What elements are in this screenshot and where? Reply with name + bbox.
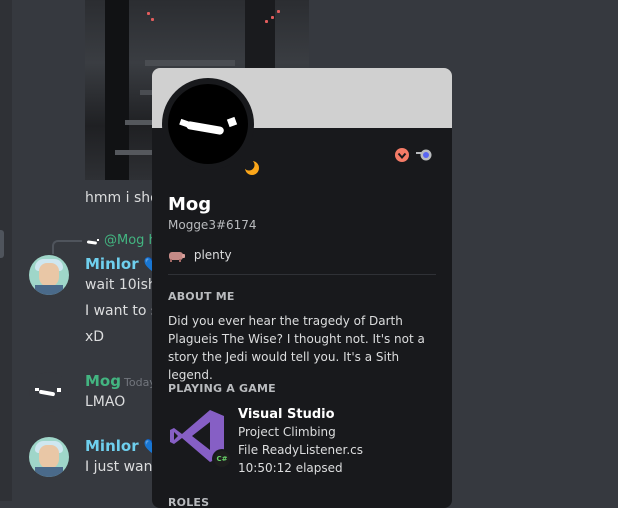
idle-moon-icon (244, 160, 259, 175)
game-details: Project Climbing (238, 425, 336, 439)
pig-emoji-icon (169, 251, 185, 262)
message-text: wait 10ish (85, 277, 157, 293)
reply-mention[interactable]: @Mog h (104, 233, 157, 248)
profile-avatar[interactable] (168, 84, 248, 164)
minlor-avatar[interactable] (29, 255, 69, 295)
custom-status-text: plenty (193, 248, 232, 262)
csharp-small-icon: C# (212, 449, 232, 469)
mog-username[interactable]: Mog (85, 372, 121, 390)
profile-tag[interactable]: Mogge3#6174 (168, 218, 257, 232)
game-elapsed: 10:50:12 elapsed (238, 461, 343, 475)
game-name: Visual Studio (238, 407, 335, 422)
message-text: xD (85, 329, 105, 345)
about-me-heading: ABOUT ME (168, 290, 235, 303)
nitro-boost-icon[interactable] (416, 147, 432, 163)
csharp-label: C# (214, 451, 230, 467)
username-text[interactable]: Minlor (85, 437, 139, 455)
reply-connector (52, 240, 82, 254)
game-state: File ReadyListener.cs (238, 443, 363, 457)
minlor-username[interactable]: Minlor 💙 (85, 437, 161, 455)
profile-avatar-frame[interactable] (162, 78, 259, 175)
message-text: hmm i sho (85, 190, 159, 206)
activity-heading: PLAYING A GAME (168, 382, 276, 395)
mog-avatar[interactable] (29, 372, 69, 412)
custom-status: plenty (168, 248, 232, 262)
message-text: I want to s (85, 303, 159, 319)
reply-preview[interactable]: @Mog h (104, 233, 157, 248)
message-text: LMAO (85, 394, 126, 410)
username-text[interactable]: Minlor (85, 255, 139, 273)
message-text: I just wann (85, 459, 162, 475)
minlor-username[interactable]: Minlor 💙 (85, 255, 161, 273)
mog-mini-avatar-icon[interactable] (86, 237, 100, 247)
user-profile-popout: Mog Mogge3#6174 plenty ABOUT ME Did you … (152, 68, 452, 508)
about-me-text: Did you ever hear the tragedy of Darth P… (168, 314, 425, 382)
scroll-indicator[interactable] (0, 230, 4, 258)
minlor-avatar[interactable] (29, 437, 69, 477)
roles-heading: ROLES (168, 496, 210, 508)
section-divider (168, 274, 436, 275)
hypesquad-heart-icon[interactable] (394, 147, 410, 163)
profile-username: Mog (168, 194, 212, 215)
